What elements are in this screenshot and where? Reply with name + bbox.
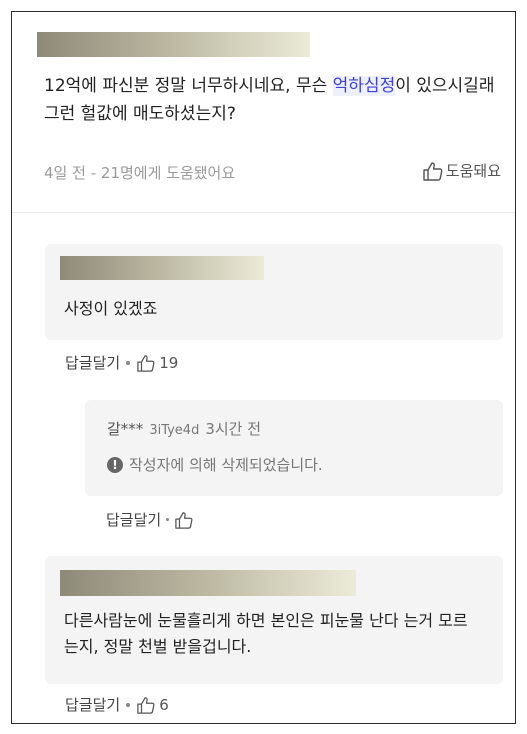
main-comment-time: 4일 전 [44, 164, 86, 182]
like-count: 6 [159, 695, 169, 714]
like-button[interactable] [174, 511, 194, 529]
thumbs-up-icon [423, 161, 443, 181]
main-comment-text-before: 12억에 파신분 정말 너무하시네요, 무슨 [44, 76, 333, 96]
reply-button[interactable]: 답글달기 [65, 694, 120, 715]
nickname: 갈*** [107, 420, 144, 438]
reply-card: 다른사람눈에 눈물흘리게 하면 본인은 피눈물 난다 는거 모르는지, 정말 천… [45, 556, 503, 684]
dot-separator [166, 518, 170, 521]
deleted-notice: ! 작성자에 의해 삭제되었습니다. [107, 454, 323, 475]
comment-thread: 12억에 파신분 정말 너무하시네요, 무슨 억하심정이 있으시길래 그런 헐값… [11, 11, 516, 724]
like-button[interactable]: 6 [136, 696, 169, 714]
reply-actions: 답글달기 19 [65, 352, 178, 373]
thumbs-up-icon [137, 354, 155, 372]
warning-icon: ! [107, 456, 123, 473]
like-button[interactable]: 19 [136, 354, 178, 372]
like-count: 19 [159, 353, 179, 372]
thumbs-up-icon [137, 696, 155, 714]
reply-button[interactable]: 답글달기 [106, 509, 161, 530]
redacted-author [37, 32, 310, 57]
redacted-author [60, 256, 264, 280]
reply-text: 사정이 있겠죠 [64, 299, 158, 318]
deleted-text: 작성자에 의해 삭제되었습니다. [129, 456, 323, 474]
meta-separator: - [90, 164, 97, 182]
divider [12, 212, 515, 213]
dot-separator [126, 360, 131, 365]
redacted-author [60, 570, 356, 596]
reply-actions: 답글달기 6 [65, 694, 169, 715]
reply-text: 다른사람눈에 눈물흘리게 하면 본인은 피눈물 난다 는거 모르는지, 정말 천… [64, 611, 468, 656]
helpful-button[interactable]: 도움돼요 [422, 160, 501, 181]
dot-separator [126, 702, 131, 707]
highlighted-keyword[interactable]: 억하심정 [332, 76, 396, 96]
reply-card: 사정이 있겠죠 [45, 244, 503, 340]
helpful-button-label: 도움돼요 [445, 162, 501, 180]
nested-reply-actions: 답글달기 [106, 509, 194, 530]
nested-reply-header: 갈*** 3iTye4d 3시간 전 [107, 418, 261, 439]
user-id: 3iTye4d [149, 423, 200, 438]
reply-time: 3시간 전 [205, 420, 262, 438]
main-comment-meta: 4일 전 - 21명에게 도움됐어요 [44, 162, 235, 183]
nested-reply-card: 갈*** 3iTye4d 3시간 전 ! 작성자에 의해 삭제되었습니다. [85, 400, 503, 496]
helpful-count: 21명에게 도움됐어요 [100, 164, 236, 182]
thumbs-up-icon [175, 511, 193, 529]
reply-button[interactable]: 답글달기 [65, 352, 120, 373]
main-comment-text: 12억에 파신분 정말 너무하시네요, 무슨 억하심정이 있으시길래 그런 헐값… [44, 72, 504, 128]
